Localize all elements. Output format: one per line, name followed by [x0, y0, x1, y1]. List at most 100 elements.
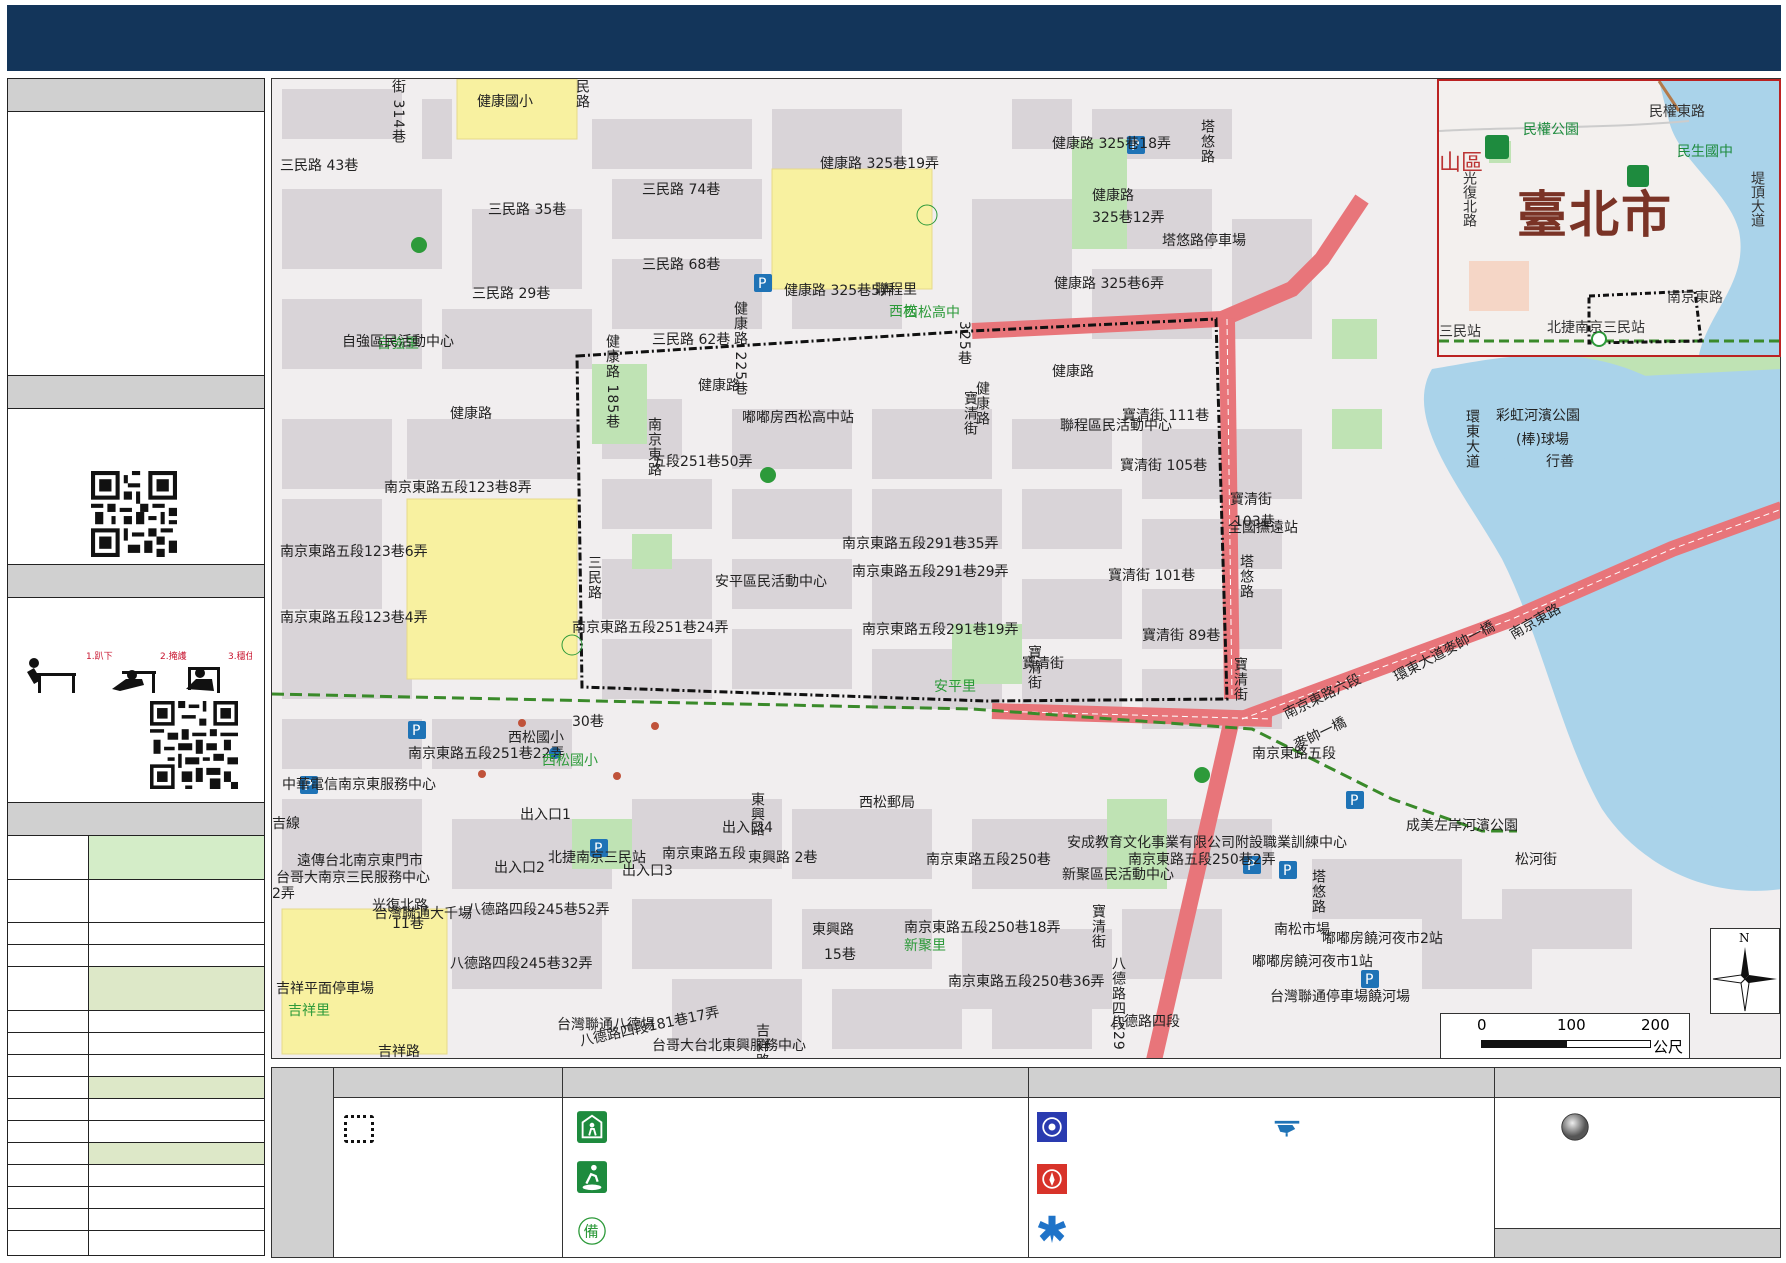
inset-label: 民生國中	[1677, 144, 1733, 160]
place-label: 出入口3	[622, 863, 673, 879]
qr-code[interactable]	[91, 471, 177, 557]
info-table	[8, 836, 264, 1255]
road-label: 寶清街 105巷	[1120, 458, 1208, 474]
road-label: 南京東路五段123巷8弄	[384, 480, 532, 496]
scale-tick-label: 100	[1557, 1016, 1586, 1034]
place-label: 台灣聯通八德場	[557, 1017, 655, 1033]
place-label: 西松郵局	[859, 795, 915, 811]
scale-unit: 公尺	[1653, 1038, 1684, 1056]
inset-label: 堤頂大道	[1749, 171, 1765, 227]
road-label: 南京東路五段291巷29弄	[852, 564, 1009, 580]
road-label-vertical: 塔悠路	[1238, 554, 1254, 599]
place-label: 自強區民活動中心	[342, 334, 454, 350]
road-label: 松河街	[1515, 852, 1557, 868]
road-label-vertical: 八德路四段29	[1110, 956, 1126, 1051]
place-label: 健康國小	[477, 94, 533, 110]
place-label: 安平區民活動中心	[715, 574, 827, 590]
place-label: 台哥大台北東興服務中心	[652, 1038, 806, 1054]
road-label: 吉祥路	[378, 1044, 420, 1059]
road-label: 三民路 43巷	[280, 158, 359, 174]
police-icon	[1037, 1110, 1067, 1144]
road-label-vertical: 塔悠路	[1199, 119, 1215, 164]
place-label: 安平里	[934, 679, 976, 695]
svg-text:備: 備	[584, 1223, 599, 1241]
road-label: 南京東路五段291巷35弄	[842, 536, 999, 552]
title-bar	[7, 5, 1781, 71]
road-label: 南京東路五段251巷24弄	[572, 620, 729, 636]
road-label: 三民路 68巷	[642, 257, 721, 273]
place-label: 聯程區民活動中心	[1060, 418, 1172, 434]
inset-label: 光復北路	[1461, 171, 1477, 227]
place-label: 吉線	[272, 816, 300, 832]
scale-bar: 0 100 200 公尺	[1440, 1013, 1690, 1059]
road-label: 15巷	[824, 947, 856, 963]
road-label: 行善	[1546, 454, 1574, 470]
place-label: 出入口1	[520, 807, 571, 823]
road-label: 三民路 29巷	[472, 286, 551, 302]
fire-station-icon	[1037, 1162, 1067, 1196]
place-label: 西松國小	[542, 753, 598, 769]
assembly-point-icon	[1560, 1110, 1590, 1144]
road-label: 南京東路五段250巷	[926, 852, 1051, 868]
qr-code-drill[interactable]	[150, 701, 238, 789]
place-label: 吉祥里	[288, 1003, 330, 1019]
place-label: 台灣聯通停車場饒河場	[1270, 989, 1410, 1005]
evacuation-site-icon	[577, 1160, 607, 1194]
info-panel: 1.趴下 2.掩護 3.穩住	[7, 78, 265, 1256]
road-label: 寶清街 89巷	[1142, 628, 1221, 644]
info-section-header-3	[8, 565, 264, 598]
place-label: 新聚區民活動中心	[1062, 867, 1174, 883]
place-label: 中華電信南京東服務中心	[282, 777, 436, 793]
road-label: 五段251巷50弄	[652, 454, 753, 470]
place-label: 西松國小	[508, 730, 564, 746]
inset-label: 民權公園	[1523, 122, 1579, 138]
road-label: 三民路 35巷	[488, 202, 567, 218]
road-label: 東興路	[812, 922, 854, 938]
road-label-vertical: 寶清街	[1090, 904, 1106, 949]
road-label: 八德路四段245巷32弄	[450, 956, 593, 972]
compass-rose-icon	[1712, 947, 1777, 1012]
road-label: 三民路 74巷	[642, 182, 721, 198]
shelter-icon	[577, 1110, 607, 1144]
road-label: 健康路 325巷6弄	[1054, 276, 1165, 292]
info-section-header-4	[8, 803, 264, 836]
drill-step-3: 3.穩住	[228, 650, 252, 662]
road-label: 南京東路五段	[1252, 746, 1336, 762]
road-label: 健康路	[1092, 188, 1134, 204]
place-label: 出入口2	[494, 860, 545, 876]
drill-illustration: 1.趴下 2.掩護 3.穩住	[22, 649, 255, 697]
svg-text:P: P	[412, 723, 420, 739]
overview-inset-map[interactable]: 臺北市 民權公園 民權東路 民生國中 山區 光復北路 堤頂大道 南京東路 北捷南京三民站 三民站	[1437, 79, 1781, 357]
road-label: 成美左岸河濱公園	[1406, 818, 1518, 834]
road-label: 健康路 325巷19弄	[820, 156, 939, 172]
place-label: 台灣聯通大千場	[374, 906, 472, 922]
place-label: 全國撫遠站	[1228, 520, 1298, 536]
road-label: 八德路四段245巷52弄	[467, 902, 610, 918]
road-label-vertical: 寶清街	[962, 391, 978, 436]
backup-site-icon: 備	[577, 1214, 607, 1248]
north-arrow: N	[1710, 928, 1780, 1014]
place-label: 新聚里	[904, 938, 946, 954]
road-label: 30巷	[572, 714, 604, 730]
place-label: 台哥大南京三民服務中心	[276, 870, 430, 886]
road-label: 健康路	[1052, 364, 1094, 380]
road-label: 彩虹河濱公園	[1496, 408, 1580, 424]
map-legend: 備	[271, 1067, 1781, 1258]
road-label-vertical: 健康路 225巷	[732, 301, 748, 397]
road-label-vertical: 325巷	[956, 321, 972, 366]
svg-text:P: P	[1350, 793, 1358, 809]
road-label: 南京東路五段123巷4弄	[280, 610, 428, 626]
place-label: 嘟嘟房西松高中站	[742, 410, 854, 426]
road-label: 東興路 2巷	[748, 850, 818, 866]
inset-label: 民權東路	[1649, 104, 1705, 120]
road-label-vertical: 寶清街	[1232, 657, 1248, 702]
scale-tick-label: 200	[1641, 1016, 1670, 1034]
road-label: 健康路 325巷18弄	[1052, 136, 1171, 152]
road-label-vertical: 三民路	[586, 555, 602, 600]
road-label: 325巷12弄	[1092, 210, 1165, 226]
scale-tick-label: 0	[1477, 1016, 1487, 1034]
road-label: 三民路 62巷	[652, 332, 731, 348]
inset-city-label: 臺北市	[1517, 185, 1673, 244]
inset-label: 北捷南京三民站	[1547, 320, 1645, 336]
road-label-vertical: 寶清街	[1026, 645, 1042, 690]
